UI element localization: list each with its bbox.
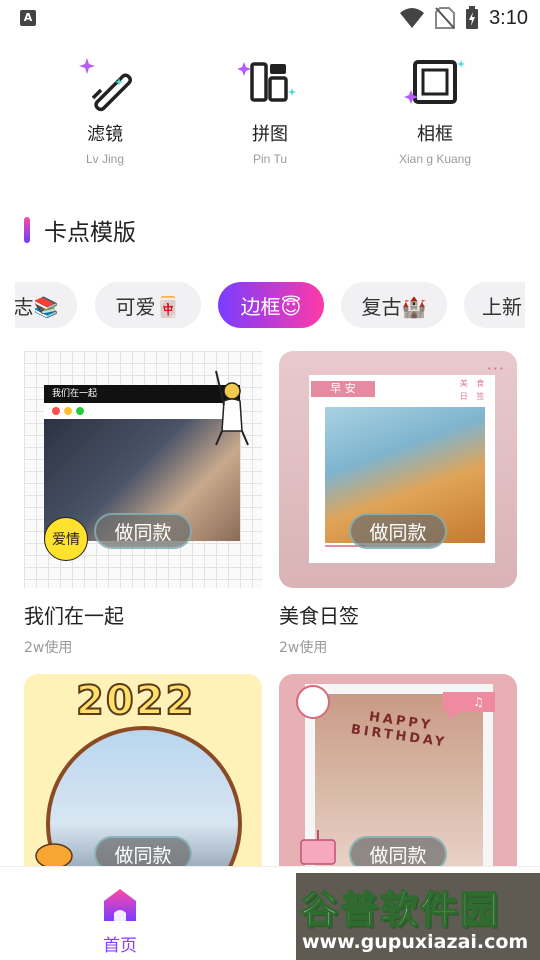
tool-collage-sub: Pin Tu (252, 152, 288, 166)
template-usage: 2w使用 (24, 640, 73, 656)
tool-filter-sub: Lv Jing (85, 152, 125, 166)
template-thumbnail[interactable]: HAPPY BIRTHDAY ♫ 做同款 (279, 674, 517, 866)
section-accent-bar (24, 217, 30, 243)
frame-title: 早 安 (311, 381, 375, 397)
magic-wand-icon (73, 50, 137, 114)
photo-frame-icon (403, 50, 467, 114)
template-thumbnail[interactable]: 我们在一起 爱情 做同款 (24, 351, 262, 588)
template-title: 美食日签 (279, 604, 359, 628)
accessibility-icon: A (20, 10, 36, 26)
make-same-button[interactable]: 做同款 (94, 513, 192, 549)
template-card[interactable]: HAPPY BIRTHDAY ♫ 做同款 (279, 674, 517, 866)
make-same-button[interactable]: 做同款 (94, 836, 192, 866)
template-card[interactable]: ··· 早 安 美 食 日 签 做同款 美食日签 2w使用 (279, 351, 517, 657)
tool-frame-label: 相框 (417, 124, 453, 145)
chip-cute[interactable]: 可爱🀄 (95, 282, 201, 328)
love-badge: 爱情 (44, 517, 88, 561)
tool-collage[interactable]: 拼图 Pin Tu (200, 44, 340, 166)
year-title: 2022 (75, 677, 196, 725)
watermark-logo: 谷普软件园 www.gupuxiazai.com (296, 873, 540, 960)
wifi-icon (400, 8, 425, 28)
make-same-button[interactable]: 做同款 (349, 513, 447, 549)
tool-frame-sub: Xian g Kuang (398, 152, 472, 166)
watermark-url: www.gupuxiazai.com (302, 931, 529, 953)
chip-border[interactable]: 边框😇 (218, 282, 324, 328)
chip-retro[interactable]: 复古🏰 (341, 282, 447, 328)
tools-row: 滤镜 Lv Jing 拼图 Pin Tu 相框 Xian g Kuang (0, 44, 540, 174)
clock: 3:10 (489, 6, 528, 29)
template-card[interactable]: 2022 做同款 (24, 674, 262, 866)
status-icons: 3:10 (399, 4, 528, 32)
nav-home-label: 首页 (103, 936, 137, 956)
home-icon (104, 889, 136, 921)
chip-magazine[interactable]: 志📚 (15, 282, 77, 328)
template-title: 我们在一起 (24, 604, 124, 628)
section-header: 卡点模版 (24, 214, 136, 246)
battery-charging-icon (466, 6, 479, 29)
watermark-title: 谷普软件园 (299, 887, 501, 933)
svg-text:♫: ♫ (473, 695, 484, 709)
tiger-sticker-icon (35, 843, 73, 866)
chip-new[interactable]: 上新 (464, 282, 525, 328)
food-stamp: 美 食 日 签 (459, 379, 485, 401)
nav-home[interactable]: 首页 (94, 885, 146, 956)
tool-collage-label: 拼图 (252, 124, 288, 145)
music-bubble-icon: ♫ (443, 692, 495, 720)
sheep-sticker-icon (296, 685, 330, 719)
section-title: 卡点模版 (44, 220, 136, 246)
cake-sticker-icon (300, 830, 336, 865)
template-thumbnail[interactable]: ··· 早 安 美 食 日 签 做同款 (279, 351, 517, 588)
template-usage: 2w使用 (279, 640, 328, 656)
boy-sticker-icon (215, 370, 249, 446)
tool-filter[interactable]: 滤镜 Lv Jing (35, 44, 175, 166)
template-card[interactable]: 我们在一起 爱情 做同款 我们在一起 2w使用 (24, 351, 262, 657)
make-same-button[interactable]: 做同款 (349, 836, 447, 866)
status-bar: A 3:10 (0, 0, 540, 36)
collage-grid-icon (237, 50, 302, 114)
category-chips: 志📚 可爱🀄 边框😇 复古🏰 上新 (15, 282, 525, 330)
tool-filter-label: 滤镜 (87, 124, 123, 145)
tool-frame[interactable]: 相框 Xian g Kuang (365, 44, 505, 166)
template-thumbnail[interactable]: 2022 做同款 (24, 674, 262, 866)
no-sim-icon (435, 7, 456, 29)
